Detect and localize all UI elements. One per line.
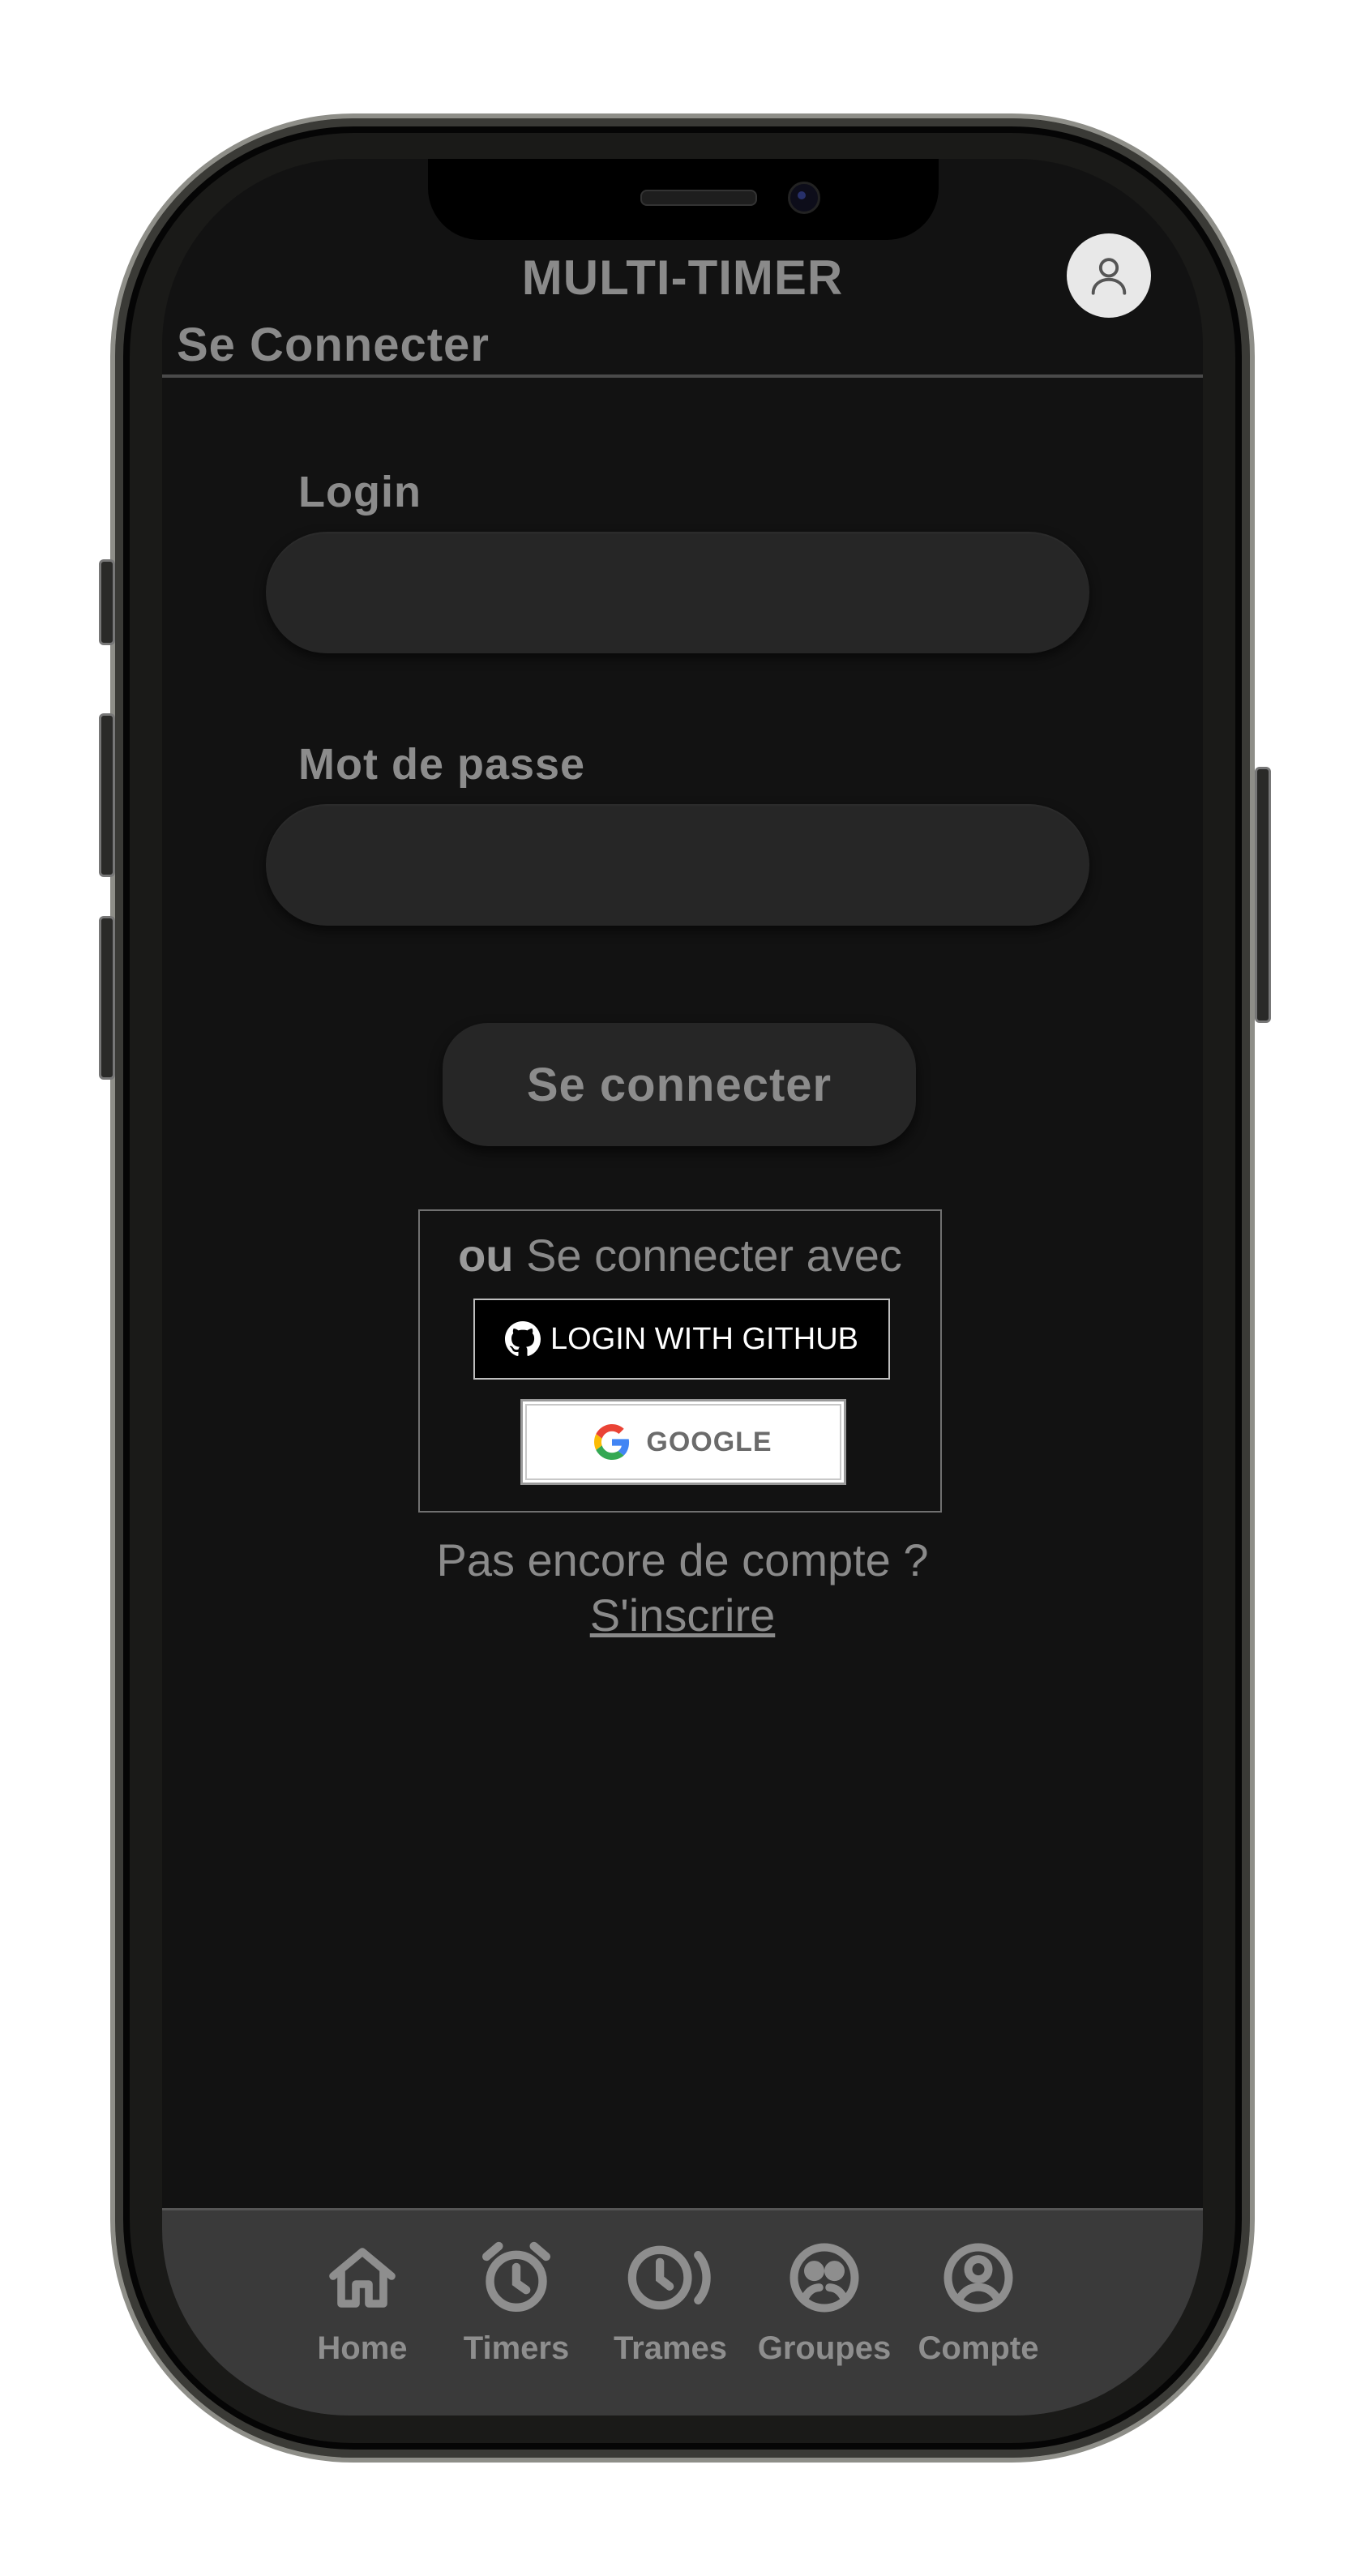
phone-volume-up-button (99, 713, 115, 877)
account-button[interactable] (1067, 233, 1151, 318)
nav-label-timers: Timers (463, 2330, 570, 2366)
phone-screen: MULTI-TIMER Se Connecter Login Mot de pa… (162, 159, 1203, 2416)
nav-item-trames[interactable]: Trames (593, 2225, 747, 2367)
google-login-label: GOOGLE (646, 1426, 772, 1457)
google-login-button[interactable]: GOOGLE (520, 1399, 846, 1485)
nav-item-compte[interactable]: Compte (901, 2225, 1055, 2367)
nav-label-compte: Compte (918, 2330, 1039, 2366)
user-icon (1091, 258, 1127, 295)
login-submit-button[interactable]: Se connecter (443, 1023, 916, 1146)
password-label: Mot de passe (298, 740, 586, 789)
header-divider (162, 374, 1203, 378)
nav-label-trames: Trames (613, 2330, 728, 2366)
speaker-grille (640, 190, 757, 206)
account-circle-icon (944, 2243, 1013, 2313)
nav-label-groupes: Groupes (757, 2330, 892, 2366)
signup-prompt: Pas encore de compte ? (436, 1534, 929, 1585)
home-icon (329, 2248, 396, 2308)
page-title: Se Connecter (177, 319, 490, 371)
nav-item-groupes[interactable]: Groupes (747, 2225, 901, 2367)
app-title: MULTI-TIMER (521, 250, 844, 305)
login-input[interactable] (266, 532, 1089, 653)
history-clock-icon (627, 2245, 711, 2310)
login-label: Login (298, 468, 421, 516)
nav-item-timers[interactable]: Timers (439, 2225, 593, 2367)
phone-power-button (1255, 767, 1271, 1023)
oauth-intro-text: Se connecter avec (513, 1230, 902, 1281)
github-icon (505, 1321, 541, 1356)
oauth-intro: ou Se connecter avec (420, 1229, 940, 1282)
nav-label-home: Home (317, 2330, 408, 2366)
phone-silent-switch (99, 559, 115, 645)
github-login-label: LOGIN WITH GITHUB (550, 1321, 858, 1356)
google-icon (594, 1424, 630, 1460)
alarm-clock-icon (481, 2241, 551, 2313)
group-icon (789, 2243, 859, 2313)
front-camera (788, 182, 820, 214)
phone-notch (428, 159, 939, 240)
signup-link[interactable]: S'inscrire (590, 1590, 776, 1641)
oauth-box: ou Se connecter avec LOGIN WITH GITHUB G… (418, 1209, 942, 1513)
phone-volume-down-button (99, 916, 115, 1080)
github-login-button[interactable]: LOGIN WITH GITHUB (473, 1299, 890, 1380)
nav-item-home[interactable]: Home (285, 2225, 439, 2367)
signup-link-wrap: S'inscrire (162, 1589, 1203, 1641)
bottom-nav: Home Timers Trames Groupes Compte (162, 2208, 1203, 2416)
password-input[interactable] (266, 804, 1089, 926)
oauth-intro-bold: ou (458, 1230, 514, 1281)
